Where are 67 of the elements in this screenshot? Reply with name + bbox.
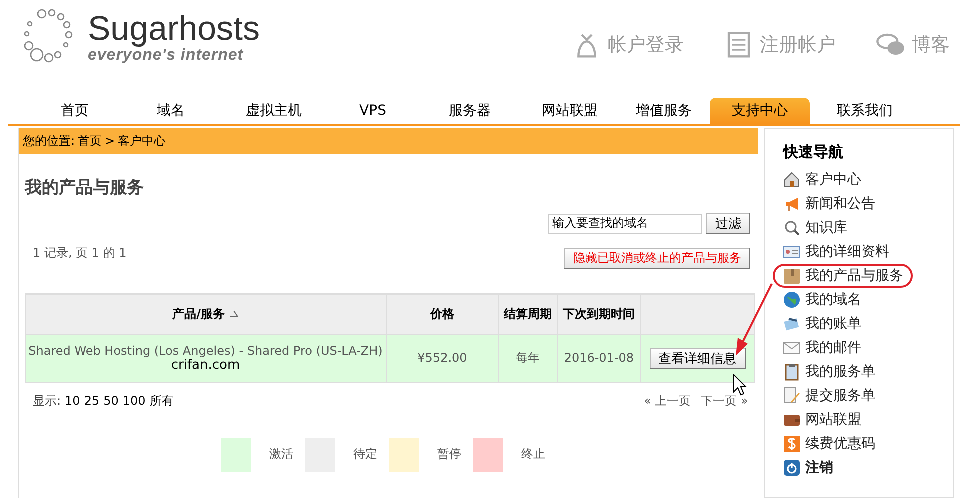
column-header[interactable]: 产品/服务 [26,294,386,334]
status-label: 终止 [520,446,547,463]
sidebar-link[interactable]: 注销 [773,456,844,480]
logo-name: Sugarhosts [88,11,260,47]
sort-icon [228,310,239,318]
clipboard-icon [783,363,802,381]
dollar-icon [783,435,802,453]
mouse-cursor-icon [733,374,747,396]
logo-tagline: everyone's internet [88,47,245,65]
nav-tab[interactable]: 联系我们 [810,98,920,124]
next-page-link[interactable]: 下一页 » [701,392,748,410]
page-size-link[interactable]: 25 [84,394,100,408]
column-header: 结算周期 [498,294,558,334]
sidebar-link[interactable]: 我的详细资料 [773,240,900,264]
nav-tab[interactable]: 虚拟主机 [220,98,328,124]
sidebar-link[interactable]: 我的域名 [773,288,872,312]
sidebar-link[interactable]: 知识库 [773,216,858,240]
nav-tab[interactable]: 增值服务 [618,98,710,124]
sidebar-link[interactable]: 我的账单 [773,312,872,336]
hide-cancelled-button[interactable]: 隐藏已取消或终止的产品与服务 [564,248,750,269]
nav-tab[interactable]: VPS [328,98,418,124]
page-size-link[interactable]: 100 [122,394,146,408]
filter-button[interactable]: 过滤 [706,213,750,234]
breadcrumb-link[interactable]: 客户中心 [118,132,166,150]
house-icon [783,171,802,189]
domain-filter-field[interactable]: 输入要查找的域名 [548,214,702,234]
price-cell: ¥552.00 [386,334,499,382]
nav-tab[interactable]: 服务器 [418,98,522,124]
page-size-link[interactable]: 所有 [150,392,174,410]
status-label: 暂停 [436,446,463,463]
page-title: 我的产品与服务 [25,177,145,199]
breadcrumb-link[interactable]: 首页 [78,132,102,150]
nav-tab[interactable]: 域名 [122,98,220,124]
status-label: 激活 [268,446,295,463]
nav-tab[interactable]: 首页 [28,98,122,124]
bill-icon [783,315,802,333]
sidebar-link[interactable]: 我的服务单 [773,360,886,384]
sidebar-link[interactable]: 续费优惠码 [773,432,886,456]
column-header: 下次到期时间 [557,294,641,334]
package-icon [783,267,802,285]
status-label: 待定 [352,446,379,463]
breadcrumb-separator: > [105,134,116,148]
view-details-button[interactable]: 查看详细信息 [650,348,746,368]
prev-page-link[interactable]: « 上一页 [644,392,692,410]
page-size-link[interactable]: 10 [65,394,80,408]
pencil-document-icon [783,387,802,405]
cycle-cell: 每年 [498,334,558,382]
globe-icon [783,291,802,309]
power-icon [783,459,802,477]
sidebar-link[interactable]: 网站联盟 [773,408,872,432]
page-size-link[interactable]: 50 [104,394,119,408]
sidebar-link[interactable]: 提交服务单 [773,384,886,408]
sidebar-link[interactable]: 我的产品与服务 [773,264,914,288]
magnifier-icon [783,219,802,237]
record-info: 1 记录, 页 1 的 1 [33,245,127,262]
product-domain: crifan.com [171,358,240,372]
nav-tab[interactable]: 支持中心 [710,98,810,124]
nav-tab[interactable]: 网站联盟 [522,98,618,124]
due-date-cell: 2016-01-08 [557,334,641,382]
sidebar-link[interactable]: 我的邮件 [773,336,872,360]
sidebar-link[interactable]: 新闻和公告 [773,192,886,216]
page-size-label: 显示: [33,392,62,410]
column-header: 价格 [386,294,499,334]
sidebar-title: 快速导航 [783,143,844,162]
breadcrumb-label: 您的位置: [23,132,76,150]
sidebar-link[interactable]: 客户中心 [773,168,872,192]
product-name: Shared Web Hosting (Los Angeles) - Shared Pro (US-LA-ZH) [28,344,383,358]
